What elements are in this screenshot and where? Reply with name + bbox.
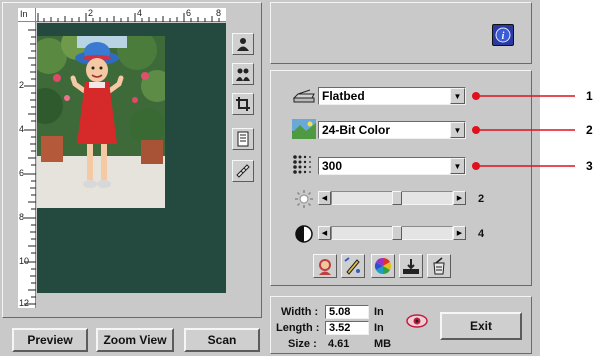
callout-label: 2 [586, 123, 593, 137]
mode-select[interactable]: 24-Bit Color ▼ [318, 121, 466, 139]
document-icon [237, 131, 249, 147]
brightness-value: 2 [478, 193, 485, 205]
color-wheel-icon [374, 257, 392, 275]
ruler-tick-label: 8 [19, 212, 25, 222]
ruler-tick-label: 12 [19, 298, 30, 308]
size-value: 4.61 [328, 338, 350, 350]
resolution-value: 300 [322, 159, 343, 173]
contrast-value: 4 [478, 228, 485, 240]
exit-button[interactable]: Exit [440, 312, 522, 340]
brightness-icon [294, 189, 314, 209]
width-unit: In [374, 306, 384, 318]
brightness-slider[interactable]: ◀ ▶ [318, 191, 466, 205]
left-ruler: 2 4 6 8 10 12 [18, 22, 36, 308]
source-icon [292, 86, 316, 104]
ruler-tick-label: 2 [19, 80, 25, 90]
info-icon: i [495, 27, 511, 43]
slider-thumb[interactable] [392, 191, 402, 205]
multi-crop-icon [236, 68, 250, 81]
color-wheel-button[interactable] [371, 254, 395, 278]
zoom-view-button[interactable]: Zoom View [96, 328, 174, 352]
filter-icon [433, 257, 445, 275]
resolution-select[interactable]: 300 ▼ [318, 157, 466, 175]
scanner-window: 2 4 6 8 In 2 4 6 8 10 12 Preview Zoom Vi… [0, 0, 540, 356]
size-label: Size : [288, 338, 317, 350]
contrast-icon [294, 224, 314, 244]
document-button[interactable] [232, 128, 254, 150]
ruler-icon [236, 164, 250, 178]
contrast-slider[interactable]: ◀ ▶ [318, 226, 466, 240]
portrait-button[interactable] [313, 254, 337, 278]
width-label: Width : [281, 306, 319, 318]
measure-button[interactable] [232, 160, 254, 182]
scan-button[interactable]: Scan [184, 328, 260, 352]
preview-bottom-edge [37, 293, 226, 308]
svg-text:i: i [502, 31, 505, 42]
auto-crop-icon [237, 38, 249, 51]
length-field[interactable]: 3.52 [325, 321, 369, 335]
preview-eye-button[interactable] [404, 312, 430, 330]
length-label: Length : [276, 322, 320, 334]
ruler-corner: In [18, 8, 36, 22]
length-unit: In [374, 322, 384, 334]
top-ruler: 2 4 6 8 [36, 8, 226, 22]
crop-button[interactable] [232, 93, 254, 115]
ruler-tick-label: 8 [216, 8, 222, 18]
ruler-tick-label: 2 [88, 8, 94, 18]
crop-icon [236, 97, 250, 111]
multi-crop-button[interactable] [232, 63, 254, 85]
pen-icon [344, 257, 360, 275]
resolution-icon [292, 154, 316, 174]
size-unit: MB [374, 338, 392, 350]
portrait-icon [319, 259, 331, 275]
ruler-tick-label: 4 [137, 8, 143, 18]
preview-button[interactable]: Preview [12, 328, 88, 352]
scanned-photo[interactable] [37, 36, 165, 208]
slider-thumb[interactable] [392, 226, 402, 240]
slider-right-arrow[interactable]: ▶ [453, 226, 466, 240]
threshold-icon [403, 259, 419, 274]
color-photo-icon [292, 119, 316, 139]
chevron-down-icon[interactable]: ▼ [450, 122, 465, 138]
slider-right-arrow[interactable]: ▶ [453, 191, 466, 205]
ruler-unit-label: In [20, 9, 28, 19]
chevron-down-icon[interactable]: ▼ [450, 158, 465, 174]
ruler-tick-label: 6 [186, 8, 192, 18]
chevron-down-icon[interactable]: ▼ [450, 88, 465, 104]
eye-icon [406, 314, 428, 328]
info-button[interactable]: i [492, 24, 514, 46]
callout-label: 3 [586, 159, 593, 173]
source-select[interactable]: Flatbed ▼ [318, 87, 466, 105]
ruler-tick-label: 10 [19, 256, 30, 266]
callout-label: 1 [586, 89, 593, 103]
slider-left-arrow[interactable]: ◀ [318, 191, 331, 205]
ruler-tick-label: 4 [19, 124, 25, 134]
pen-button[interactable] [341, 254, 365, 278]
preview-canvas[interactable] [37, 23, 226, 293]
auto-crop-button[interactable] [232, 33, 254, 55]
threshold-button[interactable] [399, 254, 423, 278]
filter-button[interactable] [427, 254, 451, 278]
ruler-tick-label: 6 [19, 168, 25, 178]
slider-left-arrow[interactable]: ◀ [318, 226, 331, 240]
mode-value: 24-Bit Color [322, 123, 391, 137]
width-field[interactable]: 5.08 [325, 305, 369, 319]
source-value: Flatbed [322, 89, 365, 103]
